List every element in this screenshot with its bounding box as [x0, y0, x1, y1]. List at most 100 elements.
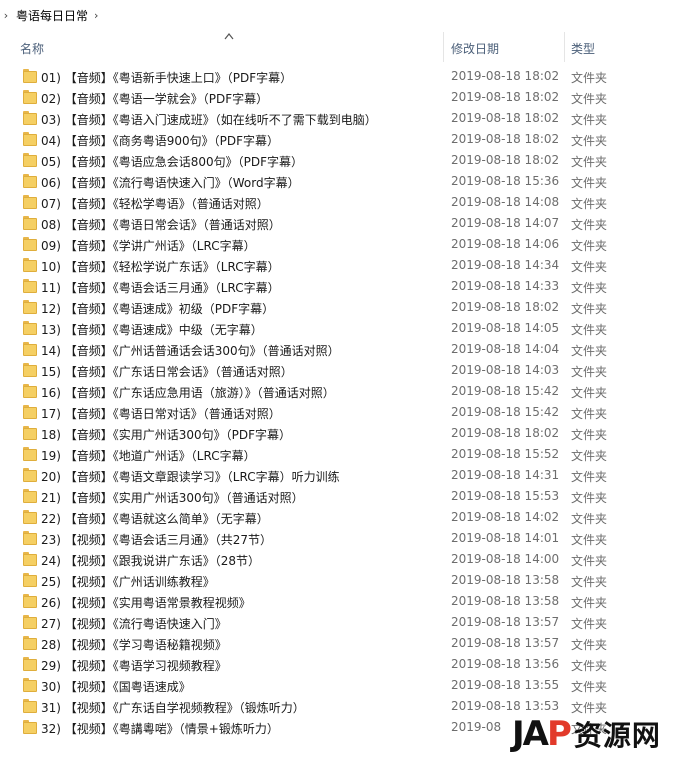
- chevron-right-icon[interactable]: ›: [94, 9, 98, 22]
- file-date: 2019-08: [451, 720, 502, 734]
- list-item[interactable]: 30) 【视频】《国粤语速成》 2019-08-18 13:55 文件夹: [0, 675, 676, 696]
- list-item[interactable]: 15) 【音频】《广东话日常会话》（普通话对照） 2019-08-18 14:03…: [0, 360, 676, 381]
- file-type: 文件夹: [571, 386, 608, 400]
- list-item[interactable]: 17) 【音频】《粤语日常对话》（普通话对照） 2019-08-18 15:42 文…: [0, 402, 676, 423]
- file-name: 20) 【音频】《粤语文章跟读学习》（LRC字幕）听力训练: [41, 470, 340, 484]
- file-date: 2019-08-18 14:02: [451, 510, 560, 524]
- folder-icon: [23, 447, 37, 461]
- folder-icon: [23, 405, 37, 419]
- file-date: 2019-08-18 15:52: [451, 447, 560, 461]
- file-name: 24) 【视频】《跟我说讲广东话》（28节）: [41, 554, 261, 568]
- file-date: 2019-08-18 14:04: [451, 342, 560, 356]
- file-date: 2019-08-18 14:31: [451, 468, 560, 482]
- folder-icon: [23, 258, 37, 272]
- column-name[interactable]: 名称: [20, 40, 44, 57]
- column-divider[interactable]: [443, 32, 444, 62]
- file-type: 文件夹: [571, 533, 608, 547]
- list-item[interactable]: 07) 【音频】《轻松学粤语》（普通话对照） 2019-08-18 14:08 文件…: [0, 192, 676, 213]
- file-name: 22) 【音频】《粤语就这么简单》（无字幕）: [41, 512, 269, 526]
- list-item[interactable]: 19) 【音频】《地道广州话》（LRC字幕） 2019-08-18 15:52 文件…: [0, 444, 676, 465]
- file-name: 04) 【音频】《商务粤语900句》（PDF字幕）: [41, 134, 280, 148]
- file-type: 文件夹: [571, 281, 608, 295]
- file-name: 32) 【视频】《粤講粵啱》（情景+锻炼听力）: [41, 722, 279, 736]
- file-date: 2019-08-18 13:57: [451, 636, 560, 650]
- file-type: 文件夹: [571, 134, 608, 148]
- folder-icon: [23, 510, 37, 524]
- address-bar: › 粤语每日日常 ›: [0, 0, 676, 31]
- list-item[interactable]: 08) 【音频】《粤语日常会话》（普通话对照） 2019-08-18 14:07 文…: [0, 213, 676, 234]
- file-type: 文件夹: [571, 470, 608, 484]
- folder-icon: [23, 552, 37, 566]
- file-date: 2019-08-18 15:36: [451, 174, 560, 188]
- list-item[interactable]: 20) 【音频】《粤语文章跟读学习》（LRC字幕）听力训练 2019-08-18 …: [0, 465, 676, 486]
- column-divider[interactable]: [564, 32, 565, 62]
- file-name: 10) 【音频】《轻松学说广东话》（LRC字幕）: [41, 260, 280, 274]
- file-name: 02) 【音频】《粤语一学就会》（PDF字幕）: [41, 92, 269, 106]
- file-name: 03) 【音频】《粤语入门速成班》（如在线听不了需下载到电脑）: [41, 113, 377, 127]
- file-date: 2019-08-18 14:06: [451, 237, 560, 251]
- file-date: 2019-08-18 15:42: [451, 405, 560, 419]
- list-item[interactable]: 12) 【音频】《粤语速成》初级（PDF字幕） 2019-08-18 18:02 文…: [0, 297, 676, 318]
- file-name: 25) 【视频】《广州话训练教程》: [41, 575, 215, 589]
- folder-icon: [23, 237, 37, 251]
- file-name: 19) 【音频】《地道广州话》（LRC字幕）: [41, 449, 256, 463]
- file-type: 文件夹: [571, 197, 608, 211]
- list-item[interactable]: 28) 【视频】《学习粤语秘籍视频》 2019-08-18 13:57 文件夹: [0, 633, 676, 654]
- file-name: 17) 【音频】《粤语日常对话》（普通话对照）: [41, 407, 281, 421]
- list-item[interactable]: 22) 【音频】《粤语就这么简单》（无字幕） 2019-08-18 14:02 文件…: [0, 507, 676, 528]
- list-item[interactable]: 27) 【视频】《流行粤语快速入门》 2019-08-18 13:57 文件夹: [0, 612, 676, 633]
- list-item[interactable]: 02) 【音频】《粤语一学就会》（PDF字幕） 2019-08-18 18:02 文…: [0, 87, 676, 108]
- list-item[interactable]: 16) 【音频】《广东话应急用语（旅游）》（普通话对照） 2019-08-18 1…: [0, 381, 676, 402]
- folder-icon: [23, 426, 37, 440]
- list-item[interactable]: 25) 【视频】《广州话训练教程》 2019-08-18 13:58 文件夹: [0, 570, 676, 591]
- file-type: 文件夹: [571, 680, 608, 694]
- file-type: 文件夹: [571, 155, 608, 169]
- list-item[interactable]: 11) 【音频】《粤语会话三月通》（LRC字幕） 2019-08-18 14:33…: [0, 276, 676, 297]
- list-item[interactable]: 06) 【音频】《流行粤语快速入门》（Word字幕） 2019-08-18 15:…: [0, 171, 676, 192]
- column-header: 名称 修改日期 类型: [0, 30, 676, 63]
- list-item[interactable]: 03) 【音频】《粤语入门速成班》（如在线听不了需下载到电脑） 2019-08-1…: [0, 108, 676, 129]
- folder-icon: [23, 111, 37, 125]
- folder-icon: [23, 615, 37, 629]
- list-item[interactable]: 29) 【视频】《粤语学习视频教程》 2019-08-18 13:56 文件夹: [0, 654, 676, 675]
- list-item[interactable]: 05) 【音频】《粤语应急会话800句》（PDF字幕） 2019-08-18 18…: [0, 150, 676, 171]
- list-item[interactable]: 10) 【音频】《轻松学说广东话》（LRC字幕） 2019-08-18 14:34…: [0, 255, 676, 276]
- file-name: 13) 【音频】《粤语速成》中级（无字幕）: [41, 323, 263, 337]
- list-item[interactable]: 14) 【音频】《广州话普通话会话300句》（普通话对照） 2019-08-18 …: [0, 339, 676, 360]
- folder-icon: [23, 90, 37, 104]
- file-date: 2019-08-18 14:01: [451, 531, 560, 545]
- file-date: 2019-08-18 13:55: [451, 678, 560, 692]
- file-date: 2019-08-18 14:00: [451, 552, 560, 566]
- file-name: 08) 【音频】《粤语日常会话》（普通话对照）: [41, 218, 281, 232]
- file-date: 2019-08-18 13:57: [451, 615, 560, 629]
- file-type: 文件夹: [571, 596, 608, 610]
- file-type: 文件夹: [571, 71, 608, 85]
- file-name: 29) 【视频】《粤语学习视频教程》: [41, 659, 227, 673]
- file-name: 21) 【音频】《实用广州话300句》（普通话对照）: [41, 491, 304, 505]
- file-name: 05) 【音频】《粤语应急会话800句》（PDF字幕）: [41, 155, 304, 169]
- file-name: 09) 【音频】《学讲广州话》（LRC字幕）: [41, 239, 256, 253]
- folder-icon: [23, 636, 37, 650]
- folder-icon: [23, 363, 37, 377]
- file-name: 07) 【音频】《轻松学粤语》（普通话对照）: [41, 197, 269, 211]
- list-item[interactable]: 04) 【音频】《商务粤语900句》（PDF字幕） 2019-08-18 18:0…: [0, 129, 676, 150]
- file-name: 31) 【视频】《广东话自学视频教程》（锻炼听力）: [41, 701, 305, 715]
- list-item[interactable]: 26) 【视频】《实用粤语常景教程视频》 2019-08-18 13:58 文件夹: [0, 591, 676, 612]
- file-type: 文件夹: [571, 302, 608, 316]
- file-type: 文件夹: [571, 218, 608, 232]
- column-type[interactable]: 类型: [571, 40, 595, 57]
- file-name: 18) 【音频】《实用广州话300句》（PDF字幕）: [41, 428, 292, 442]
- file-name: 11) 【音频】《粤语会话三月通》（LRC字幕）: [41, 281, 280, 295]
- column-date[interactable]: 修改日期: [451, 40, 499, 57]
- list-item[interactable]: 01) 【音频】《粤语新手快速上口》（PDF字幕） 2019-08-18 18:0…: [0, 66, 676, 87]
- list-item[interactable]: 18) 【音频】《实用广州话300句》（PDF字幕） 2019-08-18 18:…: [0, 423, 676, 444]
- file-type: 文件夹: [571, 176, 608, 190]
- list-item[interactable]: 13) 【音频】《粤语速成》中级（无字幕） 2019-08-18 14:05 文件夹: [0, 318, 676, 339]
- list-item[interactable]: 09) 【音频】《学讲广州话》（LRC字幕） 2019-08-18 14:06 文件…: [0, 234, 676, 255]
- file-date: 2019-08-18 13:58: [451, 594, 560, 608]
- list-item[interactable]: 23) 【视频】《粤语会话三月通》（共27节） 2019-08-18 14:01 文…: [0, 528, 676, 549]
- list-item[interactable]: 21) 【音频】《实用广州话300句》（普通话对照） 2019-08-18 15:…: [0, 486, 676, 507]
- chevron-right-icon[interactable]: ›: [0, 0, 12, 30]
- list-item[interactable]: 24) 【视频】《跟我说讲广东话》（28节） 2019-08-18 14:00 文件…: [0, 549, 676, 570]
- breadcrumb-folder[interactable]: 粤语每日日常: [12, 7, 92, 24]
